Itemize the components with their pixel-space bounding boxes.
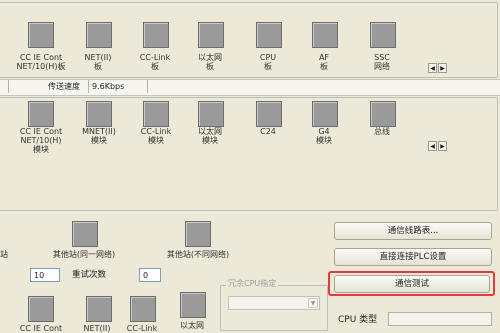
row4-net2-tile[interactable]: [86, 296, 112, 322]
cpu-board-tile[interactable]: [256, 22, 282, 48]
mnet2-module-tile[interactable]: [86, 101, 112, 127]
net2-board-tile[interactable]: [86, 22, 112, 48]
direct-plc-connect-button[interactable]: 直接连接PLC设置: [334, 248, 492, 266]
af-board-label: AF 板: [318, 53, 330, 71]
mnet2-module-label: MNET(II) 模块: [82, 127, 116, 145]
cpu-type-field: [388, 312, 492, 326]
row1-scroll-right-icon[interactable]: ▶: [438, 63, 447, 73]
station-label: 站: [0, 250, 8, 259]
ethernet-module-label: 以太网 模块: [198, 127, 222, 145]
info-bar-left-cell: [0, 80, 9, 93]
g4-module-label: G4 模块: [316, 127, 332, 145]
ssc-network-tile[interactable]: [370, 22, 396, 48]
cc-link-board-tile[interactable]: [143, 22, 169, 48]
multi-cpu-select: ▼: [228, 296, 320, 310]
retry-count-input[interactable]: 0: [139, 268, 161, 282]
row4-cc-link-tile[interactable]: [130, 296, 156, 322]
transfer-speed-value: 9.6Kbps: [88, 80, 148, 93]
row4-ethernet-label: 以太网: [180, 321, 204, 330]
row4-cc-ie-tile[interactable]: [28, 296, 54, 322]
row2-scroll-right-icon[interactable]: ▶: [438, 141, 447, 151]
cc-ie-module-tile[interactable]: [28, 101, 54, 127]
cc-link-module-tile[interactable]: [143, 101, 169, 127]
bus-label: 总线: [374, 127, 390, 136]
chevron-down-icon: ▼: [308, 298, 318, 308]
other-station-diff-network-label: 其他站(不同网络): [166, 250, 230, 259]
cc-ie-board-label: CC IE Cont NET/10(H)板: [16, 53, 66, 71]
ethernet-module-tile[interactable]: [198, 101, 224, 127]
bus-tile[interactable]: [370, 101, 396, 127]
cc-link-module-label: CC-Link 模块: [140, 127, 172, 145]
comm-test-button[interactable]: 通信测试: [334, 275, 490, 293]
cc-ie-board-tile[interactable]: [28, 22, 54, 48]
plc-side-panel: [0, 97, 498, 211]
c24-module-tile[interactable]: [256, 101, 282, 127]
transfer-speed-label: 传送速度: [48, 82, 80, 91]
multi-cpu-legend: 冗余CPU指定: [226, 279, 279, 289]
retry-count-label: 重试次数: [72, 270, 107, 280]
other-station-same-network-tile[interactable]: [72, 221, 98, 247]
row4-ethernet-tile[interactable]: [180, 292, 206, 318]
row4-net2-label: NET(II): [83, 324, 111, 333]
row4-cc-ie-label: CC IE Cont: [19, 324, 63, 333]
ethernet-board-label: 以太网 板: [198, 53, 222, 71]
other-station-diff-network-tile[interactable]: [185, 221, 211, 247]
route-table-button[interactable]: 通信线路表...: [334, 222, 492, 240]
row2-scroll-left-icon[interactable]: ◀: [428, 141, 437, 151]
cc-link-board-label: CC-Link 板: [139, 53, 171, 71]
g4-module-tile[interactable]: [312, 101, 338, 127]
cc-ie-module-label: CC IE Cont NET/10(H) 模块: [19, 127, 63, 154]
c24-module-label: C24: [260, 127, 276, 136]
cpu-type-label: CPU 类型: [338, 315, 378, 325]
timeout-input[interactable]: 10: [30, 268, 60, 282]
net2-board-label: NET(II) 板: [84, 53, 112, 71]
row4-cc-link-label: CC-Link: [126, 324, 158, 333]
cpu-board-label: CPU 板: [259, 53, 277, 71]
ethernet-board-tile[interactable]: [198, 22, 224, 48]
other-station-same-network-label: 其他站(同一网络): [52, 250, 116, 259]
ssc-network-label: SSC 网络: [374, 53, 390, 71]
af-board-tile[interactable]: [312, 22, 338, 48]
row1-scroll-left-icon[interactable]: ◀: [428, 63, 437, 73]
